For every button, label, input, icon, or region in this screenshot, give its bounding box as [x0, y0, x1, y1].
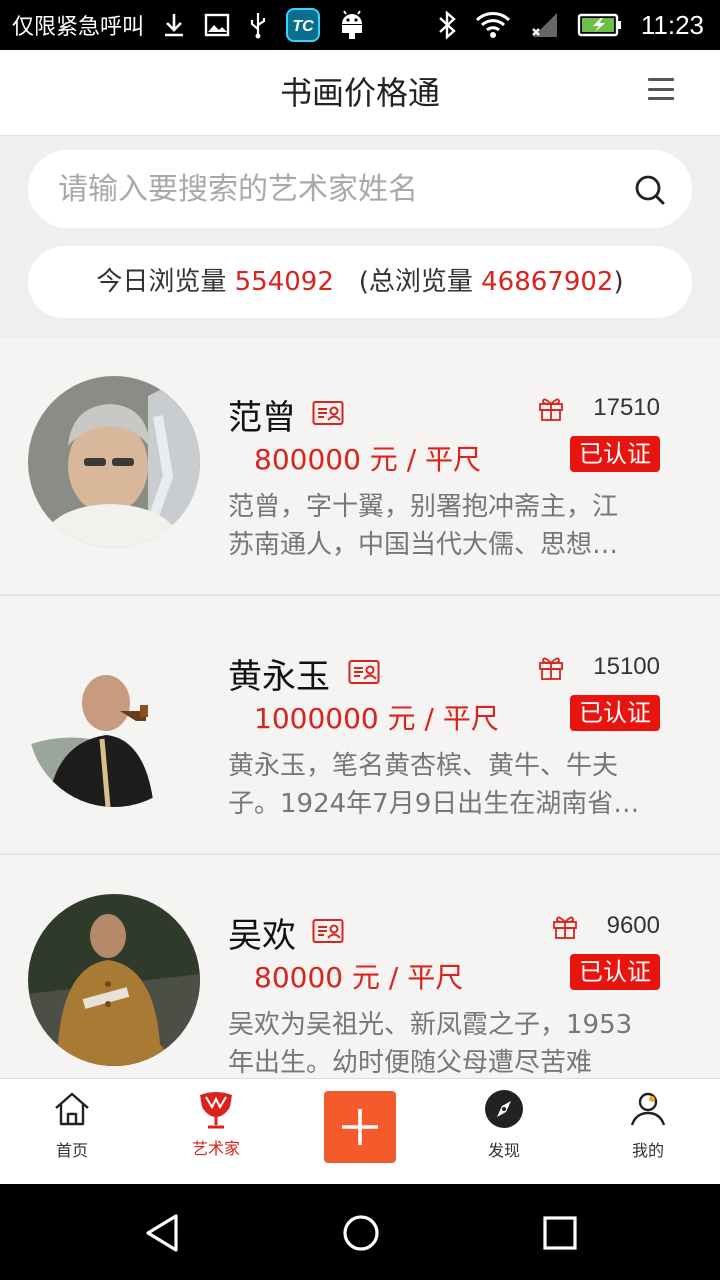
total-views-close: ) [613, 267, 624, 297]
artist-avatar[interactable] [28, 894, 200, 1066]
price-per-chi: 1000000 元 / 平尺 [254, 702, 499, 735]
search-icon[interactable] [634, 174, 666, 210]
gift-icon [538, 396, 564, 426]
today-views-value: 554092 [234, 267, 334, 297]
tab-artist[interactable]: 艺术家 [144, 1079, 288, 1185]
search-area: 今日浏览量 554092 (总浏览量 46867902) [0, 136, 720, 338]
back-icon[interactable] [142, 1212, 182, 1254]
artist-list: 范曾 17510 800000 元 / 平尺 已认证 范曾，字十翼，别署抱冲斋主… [0, 338, 720, 1078]
home-icon [55, 1092, 89, 1126]
wifi-icon [475, 11, 511, 39]
battery-charging-icon [577, 12, 623, 38]
gift-icon [552, 914, 578, 944]
description-line: 苏南通人，中国当代大儒、思想… [228, 530, 619, 560]
description-line: 范曾，字十翼，别署抱冲斋主，江 [228, 492, 619, 522]
artist-card-wu-huan[interactable]: 吴欢 9600 80000 元 / 平尺 已认证 吴欢为吴祖光、新凤霞之子，19… [0, 856, 720, 1078]
android-icon [338, 10, 366, 40]
clock: 11:23 [640, 9, 704, 40]
tab-label: 首页 [55, 1141, 88, 1160]
price-per-chi: 80000 元 / 平尺 [254, 961, 464, 994]
recents-icon[interactable] [542, 1215, 578, 1251]
gift-icon [538, 655, 564, 685]
total-views-label: (总浏览量 [358, 267, 473, 297]
verified-badge: 已认证 [570, 954, 660, 990]
artist-description: 范曾，字十翼，别署抱冲斋主，江 苏南通人，中国当代大儒、思想… [228, 488, 660, 564]
carrier-text: 仅限紧急呼叫 [12, 15, 145, 40]
artist-description: 吴欢为吴祖光、新凤霞之子，1953 年出生。幼时便随父母遭尽苦难 [228, 1006, 660, 1078]
system-nav-bar [0, 1184, 720, 1280]
artist-name[interactable]: 吴欢 [228, 908, 296, 957]
artist-description: 黄永玉，笔名黄杏槟、黄牛、牛夫 子。1924年7月9日出生在湖南省… [228, 747, 660, 823]
artist-icon [200, 1092, 232, 1129]
verified-badge: 已认证 [570, 695, 660, 731]
bluetooth-icon [437, 10, 457, 40]
image-icon [204, 13, 230, 37]
artist-card-huang-yongyu[interactable]: 黄永玉 15100 1000000 元 / 平尺 已认证 黄永玉，笔名黄杏槟、黄… [0, 597, 720, 855]
description-line: 子。1924年7月9日出生在湖南省… [228, 789, 640, 819]
description-line: 黄永玉，笔名黄杏槟、黄牛、牛夫 [228, 751, 619, 781]
search-input[interactable] [58, 150, 618, 228]
price-per-chi: 800000 元 / 平尺 [254, 443, 482, 476]
page-title: 书画价格通 [279, 74, 440, 112]
artist-name[interactable]: 范曾 [228, 390, 296, 439]
description-line: 年出生。幼时便随父母遭尽苦难 [228, 1048, 593, 1078]
app-header: 书画价格通 [0, 50, 720, 136]
today-views-label: 今日浏览量 [96, 267, 227, 297]
tab-profile[interactable]: 我的 [576, 1079, 720, 1185]
menu-icon[interactable] [648, 78, 674, 100]
home-nav-icon[interactable] [342, 1214, 380, 1252]
view-count: 17510 [593, 394, 660, 421]
discover-icon [485, 1090, 523, 1128]
tab-home[interactable]: 首页 [0, 1079, 144, 1185]
artist-avatar[interactable] [28, 635, 200, 807]
id-card-icon [312, 400, 344, 430]
view-count: 9600 [606, 912, 660, 939]
tab-label: 我的 [631, 1141, 664, 1160]
plus-icon [342, 1109, 378, 1145]
svg-text:TC: TC [292, 18, 314, 35]
verified-badge: 已认证 [570, 436, 660, 472]
description-line: 吴欢为吴祖光、新凤霞之子，1953 [228, 1010, 633, 1040]
tab-label: 发现 [487, 1141, 520, 1160]
status-bar: 仅限紧急呼叫 TC 11:23 [0, 0, 720, 50]
signal-icon [529, 11, 559, 39]
profile-icon [630, 1092, 666, 1126]
search-bar [28, 150, 692, 228]
add-button[interactable] [324, 1091, 396, 1163]
artist-name[interactable]: 黄永玉 [228, 649, 330, 698]
bottom-tab-bar: 首页 艺术家 发现 我的 [0, 1078, 720, 1184]
view-count: 15100 [593, 653, 660, 680]
tc-app-icon: TC [286, 8, 321, 42]
artist-avatar[interactable] [28, 376, 200, 548]
tab-label: 艺术家 [191, 1139, 240, 1158]
id-card-icon [312, 918, 344, 948]
usb-icon [248, 11, 268, 39]
total-views-value: 46867902 [481, 267, 614, 297]
view-stats: 今日浏览量 554092 (总浏览量 46867902) [28, 246, 692, 318]
artist-card-fan-zeng[interactable]: 范曾 17510 800000 元 / 平尺 已认证 范曾，字十翼，别署抱冲斋主… [0, 338, 720, 596]
download-icon [162, 12, 186, 38]
id-card-icon [348, 659, 380, 689]
tab-discover[interactable]: 发现 [432, 1079, 576, 1185]
